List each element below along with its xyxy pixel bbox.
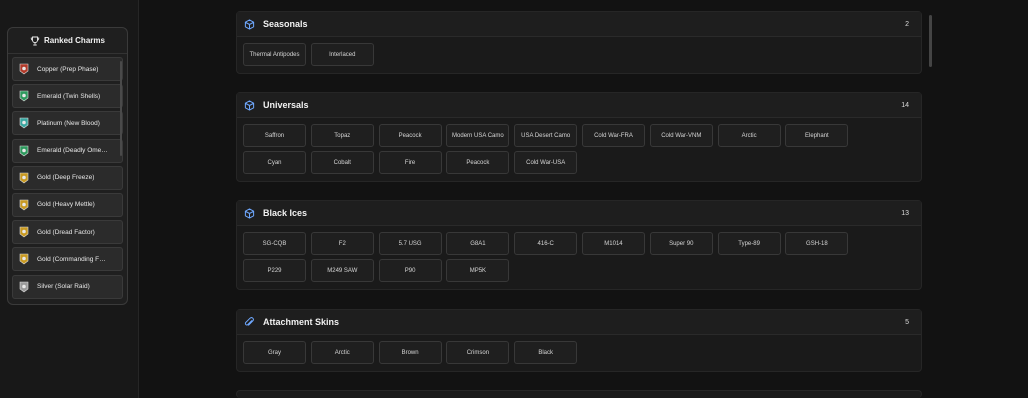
section-count: 13 bbox=[901, 209, 909, 217]
skin-item-button[interactable]: M1014 bbox=[581, 232, 645, 255]
next-section-partial bbox=[236, 390, 922, 398]
ranked-charms-header: Ranked Charms bbox=[8, 28, 127, 54]
charm-label: Silver (Solar Raid) bbox=[37, 283, 90, 290]
ranked-charms-panel: Ranked Charms Copper (Prep Phase) Emerald… bbox=[7, 27, 128, 305]
section-header[interactable]: Seasonals 2 bbox=[237, 12, 921, 37]
skin-item-button[interactable]: Black bbox=[514, 341, 578, 364]
skin-item-button[interactable]: Thermal Antipodes bbox=[243, 43, 306, 66]
charm-label: Platinum (New Blood) bbox=[37, 119, 100, 127]
skin-item-button[interactable]: Peacock bbox=[446, 151, 510, 174]
charm-list-scrollbar[interactable] bbox=[120, 61, 122, 156]
section-attachment-skins: Attachment Skins 5 Gray Arctic Brown Crimson B… bbox=[236, 309, 922, 372]
section-title: Universals bbox=[263, 100, 309, 110]
skin-item-button[interactable]: Saffron bbox=[243, 124, 306, 147]
skin-item-button[interactable]: USA Desert Camo bbox=[514, 124, 578, 147]
skin-item-button[interactable]: GSH-18 bbox=[785, 232, 849, 255]
cube-icon bbox=[244, 207, 255, 219]
skin-item-button[interactable]: MP5K bbox=[446, 259, 510, 282]
skin-item-button[interactable]: Cold War-USA bbox=[514, 151, 578, 174]
section-items: Saffron Topaz Peacock Modern USA Camo USA De… bbox=[243, 124, 918, 178]
skin-item-button[interactable]: Cold War-FRA bbox=[581, 124, 645, 147]
charm-item[interactable]: Gold (Heavy Mettle) bbox=[12, 192, 123, 217]
charm-label: Gold (Deep Freeze) bbox=[37, 174, 95, 182]
section-universals: Universals 14 Saffron Topaz Peacock Modern US… bbox=[236, 92, 922, 182]
skin-item-button[interactable]: P229 bbox=[243, 259, 306, 282]
charm-icon bbox=[19, 90, 29, 102]
skin-item-button[interactable]: G8A1 bbox=[446, 232, 510, 255]
skin-item-button[interactable]: Arctic bbox=[717, 124, 781, 147]
skin-item-button[interactable]: Fire bbox=[378, 151, 442, 174]
section-count: 14 bbox=[901, 101, 909, 109]
skin-item-button[interactable]: Cobalt bbox=[310, 151, 374, 174]
charm-label: Emerald (Twin Shells) bbox=[37, 92, 101, 100]
charm-icon bbox=[19, 254, 29, 265]
skin-item-button[interactable]: Crimson bbox=[446, 341, 510, 364]
charm-item[interactable]: Platinum (New Blood) bbox=[12, 111, 123, 136]
charm-item[interactable]: Silver (Solar Raid) bbox=[12, 274, 123, 299]
charm-icon bbox=[19, 199, 29, 211]
skin-item-button[interactable]: F2 bbox=[310, 232, 374, 255]
section-title: Black Ices bbox=[263, 208, 308, 218]
charm-label: Copper (Prep Phase) bbox=[37, 65, 99, 73]
skin-item-button[interactable]: Cold War-VNM bbox=[649, 124, 713, 147]
skin-item-button[interactable]: Topaz bbox=[310, 124, 374, 147]
section-seasonals: Seasonals 2 Thermal Antipodes Interlaced bbox=[236, 11, 922, 74]
skin-item-button[interactable]: Brown bbox=[378, 341, 442, 364]
charm-icon bbox=[19, 226, 29, 238]
charm-label: Emerald (Deadly Ome… bbox=[37, 147, 108, 155]
section-title: Seasonals bbox=[263, 19, 308, 29]
skin-item-button[interactable]: 416-C bbox=[514, 232, 578, 255]
charm-icon bbox=[19, 118, 29, 129]
charm-icon bbox=[19, 63, 29, 75]
skin-item-button[interactable]: Interlaced bbox=[310, 43, 374, 66]
charm-item[interactable]: Gold (Dread Factor) bbox=[12, 220, 123, 245]
section-black-ices: Black Ices 13 SG-CQB F2 5.7 USG G8A1 416-C M101… bbox=[236, 200, 922, 290]
section-header[interactable]: Universals 14 bbox=[237, 93, 921, 118]
main-scrollbar[interactable] bbox=[929, 15, 932, 67]
skin-item-button[interactable]: Arctic bbox=[310, 341, 374, 364]
skin-item-button[interactable]: Cyan bbox=[243, 151, 306, 174]
skin-item-button[interactable]: SG-CQB bbox=[243, 232, 306, 255]
section-header[interactable]: Attachment Skins 5 bbox=[237, 310, 921, 335]
skin-item-button[interactable]: Super 90 bbox=[649, 232, 713, 255]
charm-label: Gold (Dread Factor) bbox=[37, 228, 95, 236]
skin-item-button[interactable]: Gray bbox=[243, 341, 306, 364]
skin-item-button[interactable]: 5.7 USG bbox=[378, 232, 442, 255]
section-header[interactable]: Black Ices 13 bbox=[237, 201, 921, 226]
charm-item[interactable]: Emerald (Deadly Ome… bbox=[12, 138, 123, 163]
section-title: Attachment Skins bbox=[263, 317, 340, 327]
paperclip-icon bbox=[244, 316, 254, 326]
cube-icon bbox=[244, 99, 255, 111]
charm-item[interactable]: Emerald (Twin Shells) bbox=[12, 84, 123, 109]
skin-item-button[interactable]: Modern USA Camo bbox=[446, 124, 510, 147]
skin-item-button[interactable]: Elephant bbox=[785, 124, 849, 147]
charm-icon bbox=[19, 145, 29, 156]
skin-item-button[interactable]: Type-89 bbox=[717, 232, 781, 255]
section-items: Thermal Antipodes Interlaced bbox=[243, 43, 918, 70]
charm-item[interactable]: Gold (Deep Freeze) bbox=[12, 165, 123, 190]
left-pane: Ranked Charms Copper (Prep Phase) Emerald… bbox=[0, 0, 139, 398]
charm-icon bbox=[19, 172, 29, 184]
charm-label: Gold (Commanding F… bbox=[37, 255, 106, 263]
skin-item-button[interactable]: Peacock bbox=[378, 124, 442, 147]
section-count: 5 bbox=[905, 318, 909, 326]
section-items: SG-CQB F2 5.7 USG G8A1 416-C M1014 Super 90 Typ… bbox=[243, 232, 918, 286]
charm-label: Gold (Heavy Mettle) bbox=[37, 201, 95, 209]
skin-item-button[interactable]: M249 SAW bbox=[310, 259, 374, 282]
charm-list: Copper (Prep Phase) Emerald (Twin Shells)… bbox=[12, 57, 123, 302]
skin-item-button[interactable]: P90 bbox=[378, 259, 442, 282]
charm-item[interactable]: Copper (Prep Phase) bbox=[12, 57, 123, 81]
ranked-charms-title: Ranked Charms bbox=[44, 36, 105, 45]
cube-icon bbox=[244, 18, 255, 30]
trophy-icon bbox=[30, 36, 40, 45]
charm-icon bbox=[19, 281, 29, 292]
section-count: 2 bbox=[905, 20, 909, 28]
section-items: Gray Arctic Brown Crimson Black bbox=[243, 341, 918, 368]
charm-item[interactable]: Gold (Commanding F… bbox=[12, 247, 123, 272]
